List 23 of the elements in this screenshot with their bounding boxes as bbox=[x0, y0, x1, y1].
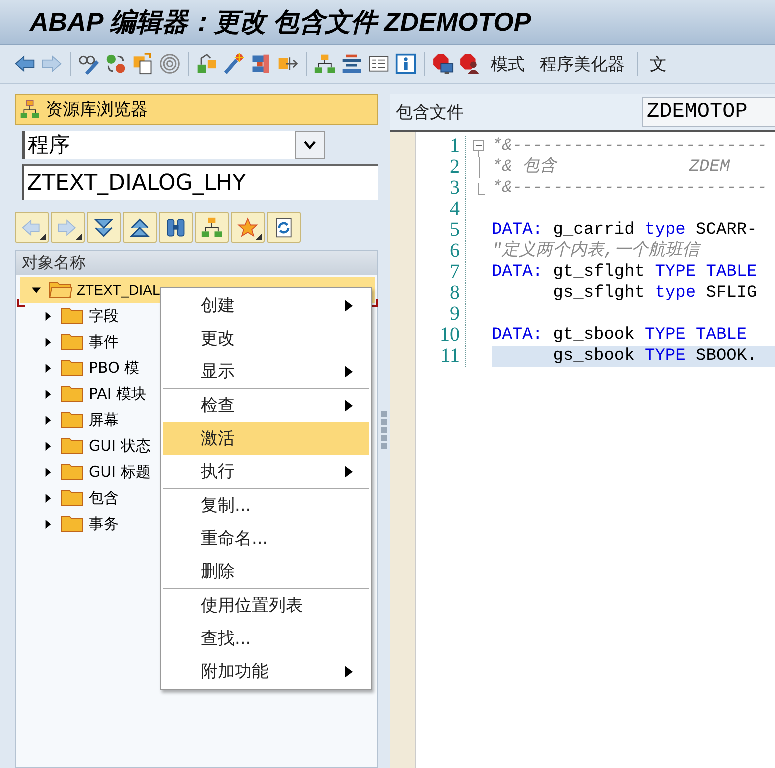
line-number: 6 bbox=[416, 241, 466, 262]
line-number: 11 bbox=[416, 346, 466, 367]
window-title: ABAP 编辑器：更改 包含文件 ZDEMOTOP bbox=[30, 6, 532, 38]
code-line: *& 包含 ZDEM bbox=[492, 157, 732, 178]
line-number: 3 bbox=[416, 178, 466, 199]
line-number: 5 bbox=[416, 220, 466, 241]
code-line: DATA: gt_sflght TYPE TABLE bbox=[492, 262, 758, 283]
code-line: "定义两个内表,一个航班信 bbox=[492, 241, 702, 262]
line-number: 10 bbox=[416, 325, 466, 346]
code-line: DATA: g_carrid type SCARR- bbox=[492, 220, 758, 240]
line-number: 2 bbox=[416, 157, 466, 178]
line-number: 8 bbox=[416, 283, 466, 304]
line-number: 1 bbox=[416, 136, 466, 157]
code-line: DATA: gt_sbook TYPE TABLE bbox=[492, 325, 748, 346]
line-number: 4 bbox=[416, 199, 466, 220]
panel-title: 资源库浏览器 bbox=[46, 99, 148, 121]
column-header: 对象名称 bbox=[16, 251, 377, 275]
line-number: 7 bbox=[416, 262, 466, 283]
code-line: gs_sflght type SFLIG bbox=[552, 283, 758, 304]
code-line: *&------------------------- bbox=[492, 178, 768, 199]
line-number: 9 bbox=[416, 304, 466, 325]
code-line: *&------------------------- bbox=[492, 136, 768, 157]
include-label: 包含文件 bbox=[395, 102, 464, 124]
